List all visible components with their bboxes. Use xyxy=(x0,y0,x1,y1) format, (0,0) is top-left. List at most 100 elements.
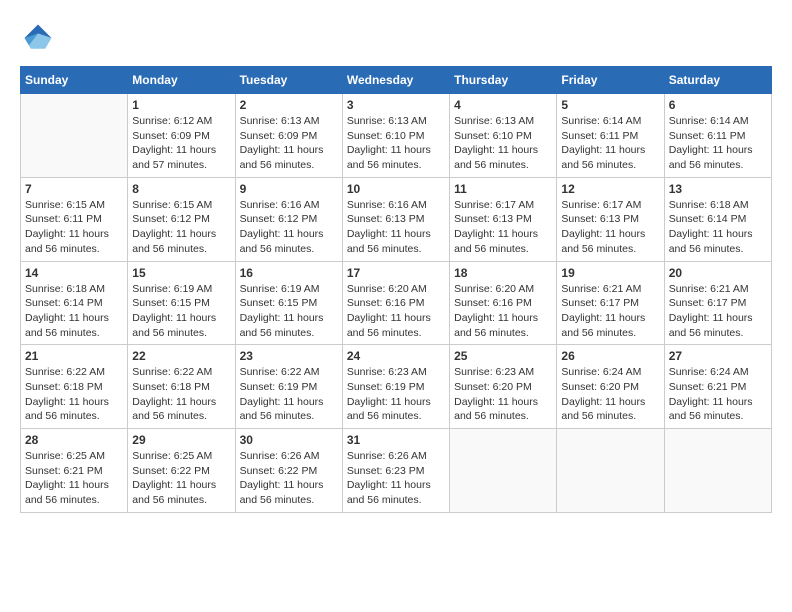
day-number: 24 xyxy=(347,349,445,363)
day-cell: 9 Sunrise: 6:16 AM Sunset: 6:12 PM Daylig… xyxy=(235,177,342,261)
day-cell: 6 Sunrise: 6:14 AM Sunset: 6:11 PM Daylig… xyxy=(664,94,771,178)
week-row-4: 28Sunrise: 6:25 AM Sunset: 6:21 PM Dayli… xyxy=(21,429,772,513)
day-cell: 11 Sunrise: 6:17 AM Sunset: 6:13 PM Dayli… xyxy=(450,177,557,261)
day-number: 4 xyxy=(454,98,552,112)
day-number: 25 xyxy=(454,349,552,363)
day-cell: 25 Sunrise: 6:23 AM Sunset: 6:20 PM Dayli… xyxy=(450,345,557,429)
days-header-row: SundayMondayTuesdayWednesdayThursdayFrid… xyxy=(21,67,772,94)
day-info: Sunrise: 6:26 AM Sunset: 6:23 PM Dayligh… xyxy=(347,449,445,508)
day-cell: 29Sunrise: 6:25 AM Sunset: 6:22 PM Dayli… xyxy=(128,429,235,513)
day-cell: 26Sunrise: 6:24 AM Sunset: 6:20 PM Dayli… xyxy=(557,345,664,429)
day-number: 31 xyxy=(347,433,445,447)
day-cell xyxy=(664,429,771,513)
day-info: Sunrise: 6:13 AM Sunset: 6:10 PM Dayligh… xyxy=(347,114,445,173)
day-info: Sunrise: 6:19 AM Sunset: 6:15 PM Dayligh… xyxy=(132,282,230,341)
day-cell: 20Sunrise: 6:21 AM Sunset: 6:17 PM Dayli… xyxy=(664,261,771,345)
day-cell xyxy=(450,429,557,513)
day-info: Sunrise: 6:23 AM Sunset: 6:20 PM Dayligh… xyxy=(454,365,552,424)
day-info: Sunrise: 6:20 AM Sunset: 6:16 PM Dayligh… xyxy=(347,282,445,341)
day-header-tuesday: Tuesday xyxy=(235,67,342,94)
calendar-table: SundayMondayTuesdayWednesdayThursdayFrid… xyxy=(20,66,772,513)
day-number: 19 xyxy=(561,266,659,280)
page-header xyxy=(20,20,772,56)
day-info: Sunrise: 6:16 AM Sunset: 6:13 PM Dayligh… xyxy=(347,198,445,257)
day-info: Sunrise: 6:26 AM Sunset: 6:22 PM Dayligh… xyxy=(240,449,338,508)
week-row-3: 21 Sunrise: 6:22 AM Sunset: 6:18 PM Dayli… xyxy=(21,345,772,429)
day-header-thursday: Thursday xyxy=(450,67,557,94)
day-header-wednesday: Wednesday xyxy=(342,67,449,94)
day-number: 26 xyxy=(561,349,659,363)
day-cell: 2 Sunrise: 6:13 AM Sunset: 6:09 PM Daylig… xyxy=(235,94,342,178)
day-number: 6 xyxy=(669,98,767,112)
day-number: 3 xyxy=(347,98,445,112)
day-cell: 12Sunrise: 6:17 AM Sunset: 6:13 PM Dayli… xyxy=(557,177,664,261)
day-number: 30 xyxy=(240,433,338,447)
day-cell xyxy=(557,429,664,513)
week-row-1: 7Sunrise: 6:15 AM Sunset: 6:11 PM Daylig… xyxy=(21,177,772,261)
day-number: 11 xyxy=(454,182,552,196)
day-number: 23 xyxy=(240,349,338,363)
day-cell: 28Sunrise: 6:25 AM Sunset: 6:21 PM Dayli… xyxy=(21,429,128,513)
day-cell: 8Sunrise: 6:15 AM Sunset: 6:12 PM Daylig… xyxy=(128,177,235,261)
day-cell xyxy=(21,94,128,178)
day-cell: 31 Sunrise: 6:26 AM Sunset: 6:23 PM Dayli… xyxy=(342,429,449,513)
day-header-monday: Monday xyxy=(128,67,235,94)
day-cell: 10 Sunrise: 6:16 AM Sunset: 6:13 PM Dayli… xyxy=(342,177,449,261)
day-cell: 27 Sunrise: 6:24 AM Sunset: 6:21 PM Dayli… xyxy=(664,345,771,429)
day-number: 9 xyxy=(240,182,338,196)
day-cell: 7Sunrise: 6:15 AM Sunset: 6:11 PM Daylig… xyxy=(21,177,128,261)
day-cell: 4 Sunrise: 6:13 AM Sunset: 6:10 PM Daylig… xyxy=(450,94,557,178)
day-cell: 19 Sunrise: 6:21 AM Sunset: 6:17 PM Dayli… xyxy=(557,261,664,345)
day-info: Sunrise: 6:19 AM Sunset: 6:15 PM Dayligh… xyxy=(240,282,338,341)
day-number: 2 xyxy=(240,98,338,112)
day-info: Sunrise: 6:15 AM Sunset: 6:11 PM Dayligh… xyxy=(25,198,123,257)
day-number: 13 xyxy=(669,182,767,196)
day-info: Sunrise: 6:22 AM Sunset: 6:19 PM Dayligh… xyxy=(240,365,338,424)
day-cell: 3 Sunrise: 6:13 AM Sunset: 6:10 PM Daylig… xyxy=(342,94,449,178)
day-info: Sunrise: 6:22 AM Sunset: 6:18 PM Dayligh… xyxy=(25,365,123,424)
logo-icon xyxy=(20,20,56,56)
day-cell: 15Sunrise: 6:19 AM Sunset: 6:15 PM Dayli… xyxy=(128,261,235,345)
day-number: 14 xyxy=(25,266,123,280)
day-info: Sunrise: 6:20 AM Sunset: 6:16 PM Dayligh… xyxy=(454,282,552,341)
day-info: Sunrise: 6:17 AM Sunset: 6:13 PM Dayligh… xyxy=(454,198,552,257)
day-number: 21 xyxy=(25,349,123,363)
day-number: 1 xyxy=(132,98,230,112)
day-cell: 5 Sunrise: 6:14 AM Sunset: 6:11 PM Daylig… xyxy=(557,94,664,178)
day-number: 5 xyxy=(561,98,659,112)
day-number: 22 xyxy=(132,349,230,363)
day-info: Sunrise: 6:16 AM Sunset: 6:12 PM Dayligh… xyxy=(240,198,338,257)
day-info: Sunrise: 6:21 AM Sunset: 6:17 PM Dayligh… xyxy=(561,282,659,341)
day-info: Sunrise: 6:22 AM Sunset: 6:18 PM Dayligh… xyxy=(132,365,230,424)
logo xyxy=(20,20,60,56)
day-info: Sunrise: 6:18 AM Sunset: 6:14 PM Dayligh… xyxy=(25,282,123,341)
day-info: Sunrise: 6:15 AM Sunset: 6:12 PM Dayligh… xyxy=(132,198,230,257)
day-info: Sunrise: 6:24 AM Sunset: 6:21 PM Dayligh… xyxy=(669,365,767,424)
day-info: Sunrise: 6:25 AM Sunset: 6:21 PM Dayligh… xyxy=(25,449,123,508)
day-number: 29 xyxy=(132,433,230,447)
day-info: Sunrise: 6:18 AM Sunset: 6:14 PM Dayligh… xyxy=(669,198,767,257)
day-cell: 13 Sunrise: 6:18 AM Sunset: 6:14 PM Dayli… xyxy=(664,177,771,261)
calendar-header: SundayMondayTuesdayWednesdayThursdayFrid… xyxy=(21,67,772,94)
day-info: Sunrise: 6:13 AM Sunset: 6:09 PM Dayligh… xyxy=(240,114,338,173)
day-info: Sunrise: 6:17 AM Sunset: 6:13 PM Dayligh… xyxy=(561,198,659,257)
day-number: 10 xyxy=(347,182,445,196)
day-cell: 1 Sunrise: 6:12 AM Sunset: 6:09 PM Daylig… xyxy=(128,94,235,178)
day-number: 18 xyxy=(454,266,552,280)
day-header-sunday: Sunday xyxy=(21,67,128,94)
day-header-friday: Friday xyxy=(557,67,664,94)
day-cell: 24Sunrise: 6:23 AM Sunset: 6:19 PM Dayli… xyxy=(342,345,449,429)
day-number: 16 xyxy=(240,266,338,280)
day-cell: 17Sunrise: 6:20 AM Sunset: 6:16 PM Dayli… xyxy=(342,261,449,345)
day-info: Sunrise: 6:12 AM Sunset: 6:09 PM Dayligh… xyxy=(132,114,230,173)
day-info: Sunrise: 6:14 AM Sunset: 6:11 PM Dayligh… xyxy=(669,114,767,173)
day-cell: 22 Sunrise: 6:22 AM Sunset: 6:18 PM Dayli… xyxy=(128,345,235,429)
day-cell: 30 Sunrise: 6:26 AM Sunset: 6:22 PM Dayli… xyxy=(235,429,342,513)
day-info: Sunrise: 6:14 AM Sunset: 6:11 PM Dayligh… xyxy=(561,114,659,173)
day-cell: 16 Sunrise: 6:19 AM Sunset: 6:15 PM Dayli… xyxy=(235,261,342,345)
day-cell: 21 Sunrise: 6:22 AM Sunset: 6:18 PM Dayli… xyxy=(21,345,128,429)
day-info: Sunrise: 6:21 AM Sunset: 6:17 PM Dayligh… xyxy=(669,282,767,341)
day-number: 27 xyxy=(669,349,767,363)
day-info: Sunrise: 6:13 AM Sunset: 6:10 PM Dayligh… xyxy=(454,114,552,173)
day-cell: 23 Sunrise: 6:22 AM Sunset: 6:19 PM Dayli… xyxy=(235,345,342,429)
